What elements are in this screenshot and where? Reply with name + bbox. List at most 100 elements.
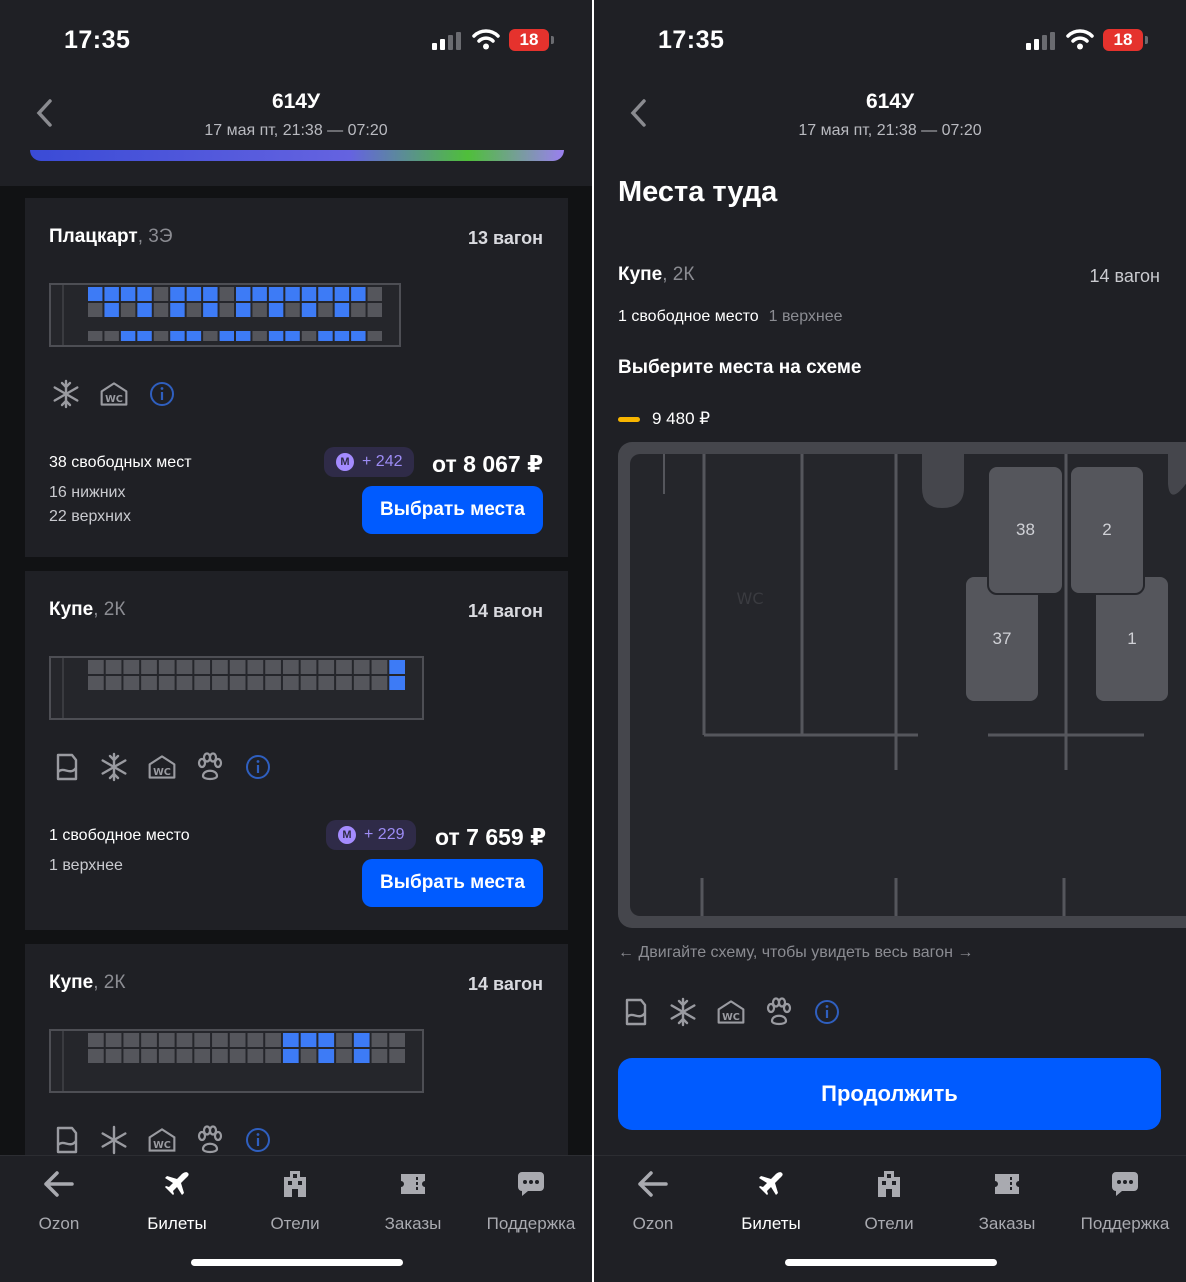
wagon-type: Купе, 2К: [618, 264, 694, 286]
free-seats: 1 свободное место: [49, 827, 190, 844]
info-icon[interactable]: [812, 997, 842, 1027]
wc-icon: WC: [147, 1125, 177, 1155]
page-title: Места туда: [618, 176, 778, 208]
wagon-class: , 2К: [662, 264, 695, 285]
status-bar: 17:35 18: [0, 0, 592, 80]
wagon-card: Купе, 2К 14 вагон WC: [25, 944, 568, 1164]
promo-banner[interactable]: [30, 150, 564, 161]
nav-bar: 614У 17 мая пт, 21:38 — 07:20: [0, 80, 592, 152]
choose-seats-button[interactable]: Выбрать места: [362, 486, 543, 534]
svg-text:WC: WC: [153, 767, 171, 778]
upper-seats: 1 верхнее: [768, 308, 843, 325]
train-number: 614У: [865, 90, 915, 113]
tab-label: Отели: [864, 1214, 914, 1233]
trip-dates: 17 мая пт, 21:38 — 07:20: [204, 122, 388, 139]
tab-label: Заказы: [978, 1214, 1036, 1233]
tab-plane[interactable]: Билеты: [716, 1166, 826, 1234]
wagon-scheme[interactable]: [49, 656, 424, 720]
plane-icon: [122, 1166, 232, 1202]
tab-label: Отели: [270, 1214, 320, 1233]
price: от 8 067 ₽: [432, 451, 544, 477]
tab-label: Заказы: [384, 1214, 442, 1233]
wagon-type: Плацкарт, 3Э: [49, 226, 173, 248]
legend-price: 9 480 ₽: [652, 409, 711, 428]
back-arrow-icon: [4, 1166, 114, 1202]
tab-label: Поддержка: [1080, 1214, 1170, 1233]
seat-map-canvas: WC 37 1 38 2: [630, 454, 1186, 916]
wagon-type-label: Купе: [49, 972, 94, 993]
wagon-type: Купе, 2К: [49, 599, 125, 621]
wagon-scheme[interactable]: [49, 1029, 424, 1093]
seat-38[interactable]: 38: [987, 465, 1064, 595]
info-icon[interactable]: [243, 752, 273, 782]
snowflake-icon: [668, 997, 698, 1027]
linen-icon: [51, 752, 81, 782]
legend-swatch: [618, 416, 640, 422]
tab-hotel[interactable]: Отели: [834, 1166, 944, 1234]
home-indicator: [785, 1259, 997, 1266]
bonus-badge: М + 229: [326, 820, 417, 850]
tab-chat[interactable]: Поддержка: [1070, 1166, 1180, 1234]
bonus-icon: М: [338, 826, 356, 844]
free-seats: 1 свободное место: [618, 308, 759, 325]
wagon-type-label: Плацкарт: [49, 226, 138, 247]
wagon-seat-map[interactable]: WC 37 1 38 2: [618, 442, 1186, 928]
svg-text:WC: WC: [105, 394, 123, 405]
chat-icon: [476, 1166, 586, 1202]
signal-icon: [1026, 32, 1055, 50]
tab-chat[interactable]: Поддержка: [476, 1166, 586, 1234]
price-legend: 9 480 ₽: [618, 409, 710, 429]
tab-plane[interactable]: Билеты: [122, 1166, 232, 1234]
amenities: WC: [51, 752, 273, 782]
hotel-icon: [834, 1166, 944, 1202]
pet-paw-icon: [195, 1125, 225, 1155]
plane-icon: [716, 1166, 826, 1202]
choose-hint-title: Выберите места на схеме: [618, 357, 862, 378]
tab-ticket[interactable]: Заказы: [952, 1166, 1062, 1234]
svg-text:WC: WC: [153, 1140, 171, 1151]
hotel-icon: [240, 1166, 350, 1202]
bonus-points: + 242: [362, 453, 403, 470]
wagon-card: Плацкарт, 3Э 13 вагон WC 38 свободных ме…: [25, 198, 568, 557]
upper-seats: 1 верхнее: [49, 857, 123, 874]
wifi-icon: [472, 29, 500, 50]
info-icon[interactable]: [147, 379, 177, 409]
tab-label: Поддержка: [486, 1214, 576, 1233]
wagon-class: , 2К: [93, 972, 126, 993]
back-arrow-icon: [598, 1166, 708, 1202]
bonus-badge: М + 242: [324, 447, 415, 477]
lower-seats: 16 нижних: [49, 484, 126, 501]
status-time: 17:35: [64, 26, 131, 54]
wagon-type-label: Купе: [618, 264, 663, 285]
tab-label: Билеты: [147, 1214, 207, 1233]
scroll-hint: ← Двигайте схему, чтобы увидеть весь ваг…: [618, 944, 974, 961]
bonus-icon: М: [336, 453, 354, 471]
tab-ticket[interactable]: Заказы: [358, 1166, 468, 1234]
wagon-card: Купе, 2К 14 вагон WC 1 свободное место 1…: [25, 571, 568, 930]
upper-seats: 22 верхних: [49, 508, 131, 525]
free-seats: 38 свободных мест: [49, 454, 192, 471]
snowflake-icon: [99, 752, 129, 782]
tab-label: Ozon: [38, 1214, 80, 1233]
snowflake-icon: [99, 1125, 129, 1155]
trip-dates: 17 мая пт, 21:38 — 07:20: [798, 122, 982, 139]
tab-hotel[interactable]: Отели: [240, 1166, 350, 1234]
info-icon[interactable]: [243, 1125, 273, 1155]
continue-button[interactable]: Продолжить: [618, 1058, 1161, 1130]
seat-2[interactable]: 2: [1069, 465, 1145, 595]
wagon-type-label: Купе: [49, 599, 94, 620]
bonus-points: + 229: [364, 826, 405, 843]
tab-back-arrow[interactable]: Ozon: [4, 1166, 114, 1234]
wagon-number: 14 вагон: [468, 974, 543, 994]
price: от 7 659 ₽: [435, 824, 547, 850]
choose-seats-button[interactable]: Выбрать места: [362, 859, 543, 907]
tab-label: Ozon: [632, 1214, 674, 1233]
free-seats-info: 1 свободное место 1 верхнее: [618, 308, 843, 326]
wagon-scheme[interactable]: [49, 283, 401, 347]
wagon-class: , 3Э: [137, 226, 173, 247]
tab-back-arrow[interactable]: Ozon: [598, 1166, 708, 1234]
wagon-number: 14 вагон: [1089, 266, 1160, 286]
wc-icon: WC: [99, 379, 129, 409]
wagon-number: 13 вагон: [468, 228, 543, 248]
screen-seat-selection: 17:35 18 614У 17 мая пт, 21:38 — 07:20 М…: [594, 0, 1186, 1282]
